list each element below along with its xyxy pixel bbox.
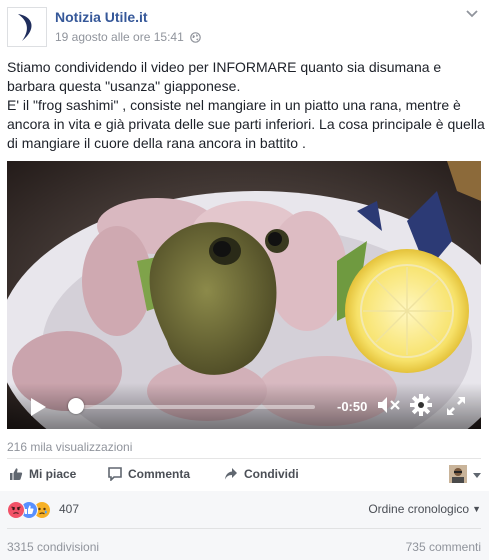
page-logo-icon [18,14,32,41]
mute-button[interactable] [377,395,401,420]
share-button[interactable]: Condividi [224,463,299,485]
play-button[interactable] [29,397,47,422]
user-avatar [448,465,467,483]
post-meta: 19 agosto alle ore 15:41 [55,30,201,46]
chevron-down-icon [466,10,478,18]
caret-down-icon: ▼ [472,504,481,514]
chevron-down-icon [473,465,481,483]
play-icon [31,398,46,416]
page-avatar[interactable] [7,7,47,47]
globe-icon [190,32,201,46]
reactions-bar: 407 Ordine cronologico ▼ 3315 condivision… [0,491,489,560]
comment-order-dropdown[interactable]: Ordine cronologico ▼ [368,502,481,516]
actor-selector[interactable] [448,465,481,483]
comment-icon [108,467,122,482]
time-remaining: -0:50 [337,399,368,414]
share-label: Condividi [244,467,299,481]
like-button[interactable]: Mi piace [9,463,76,485]
post-text-paragraph: Stiamo condividendo il video per INFORMA… [7,59,442,94]
divider [7,528,481,529]
view-count: 216 mila visualizzazioni [7,440,133,454]
gear-icon [410,394,432,416]
settings-button[interactable] [410,394,432,421]
comment-order-label: Ordine cronologico [368,502,470,516]
post-timestamp[interactable]: 19 agosto alle ore 15:41 [55,30,184,44]
video-controls: -0:50 [7,383,481,429]
post-text-paragraph: E' il "frog sashimi" , consiste nel mang… [7,97,485,151]
video-player[interactable]: -0:50 [7,161,481,429]
fullscreen-icon [447,397,465,415]
progress-scrubber[interactable] [68,398,85,414]
post-actions: Mi piace Commenta Condividi [0,463,489,485]
post-header: Notizia Utile.it 19 agosto alle ore 15:4… [0,0,489,52]
post-options-button[interactable] [463,6,481,20]
divider [7,458,481,459]
share-count[interactable]: 3315 condivisioni [7,540,99,554]
progress-track[interactable] [69,405,315,409]
fullscreen-button[interactable] [445,395,467,422]
comment-count[interactable]: 735 commenti [406,540,481,554]
post-text: Stiamo condividendo il video per INFORMA… [7,58,485,153]
comment-label: Commenta [128,467,191,481]
muted-speaker-icon [378,397,400,413]
like-label: Mi piace [29,467,77,481]
angry-reaction-icon [7,501,25,519]
page-name-link[interactable]: Notizia Utile.it [55,9,148,25]
reaction-count[interactable]: 407 [59,502,79,516]
share-icon [225,468,237,480]
comment-button[interactable]: Commenta [108,463,190,485]
thumbs-up-icon [10,468,23,480]
